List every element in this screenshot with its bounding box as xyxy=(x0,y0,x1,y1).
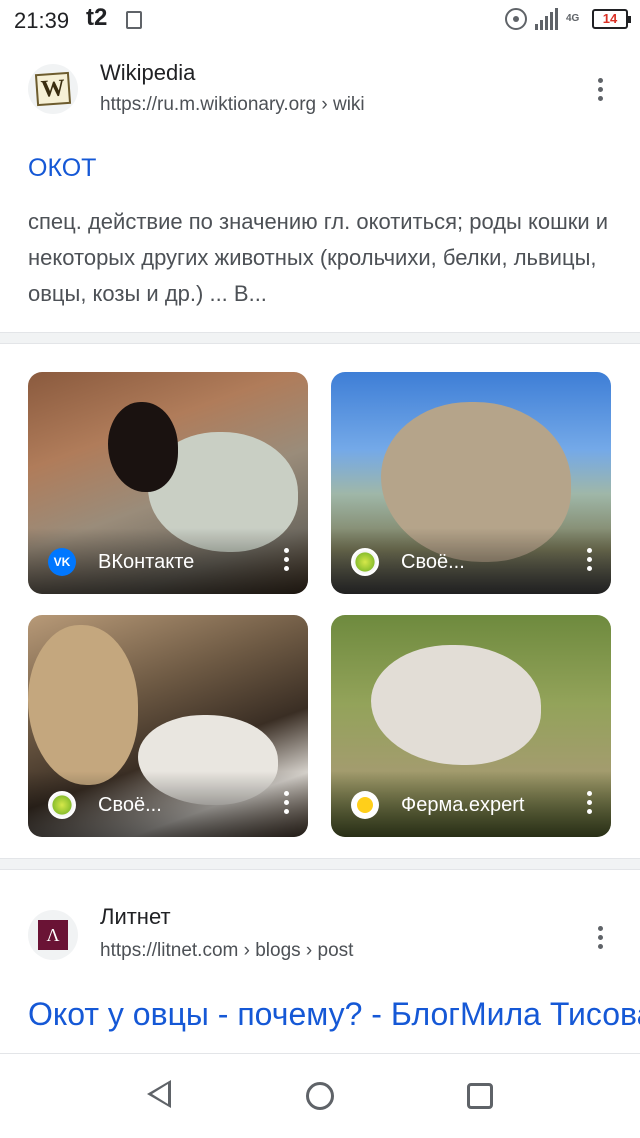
svoe-icon xyxy=(351,548,379,576)
litnet-favicon: Λ xyxy=(28,910,78,960)
signal-icon xyxy=(535,8,558,30)
network-type: 4G xyxy=(566,13,580,24)
result-title-link[interactable]: Окот у овцы - почему? - БлогМила Тисова xyxy=(28,992,640,1036)
section-divider xyxy=(0,858,640,870)
result-site-name: Wikipedia xyxy=(100,60,196,85)
back-icon-inner xyxy=(152,1084,168,1104)
section-divider xyxy=(0,332,640,344)
status-time: 21:39 xyxy=(14,8,70,33)
more-options-icon[interactable] xyxy=(282,791,290,817)
sheep-image xyxy=(28,625,138,785)
wikipedia-favicon: W xyxy=(28,64,78,114)
wikipedia-logo-icon: W xyxy=(34,71,72,107)
litnet-logo-icon: Λ xyxy=(38,920,68,950)
result-url: https://litnet.com › blogs › post xyxy=(100,940,354,961)
result-snippet: спец. действие по значению гл. окотиться… xyxy=(28,209,609,306)
image-source-name: Своё... xyxy=(98,794,162,816)
result-site-name: Литнет xyxy=(100,904,171,929)
more-options-icon[interactable] xyxy=(585,791,593,817)
android-nav-bar xyxy=(0,1053,640,1138)
more-options-icon[interactable] xyxy=(590,76,610,104)
result-url: https://ru.m.wiktionary.org › wiki xyxy=(100,94,365,115)
image-source-name: ВКонтакте xyxy=(98,551,195,573)
search-result-wiktionary[interactable]: W Wikipedia https://ru.m.wiktionary.org … xyxy=(0,44,640,332)
more-options-icon[interactable] xyxy=(585,548,593,574)
image-source-name: Своё... xyxy=(401,551,465,573)
carrier-label: t2 xyxy=(86,4,108,31)
image-source-name: Ферма.expert xyxy=(401,794,525,816)
hotspot-icon xyxy=(505,8,527,30)
status-indicators: 4G 14 xyxy=(505,8,631,30)
result-title-link[interactable]: ОКОТ xyxy=(28,154,96,183)
home-icon[interactable] xyxy=(306,1082,334,1110)
ferma-icon xyxy=(351,791,379,819)
more-options-icon[interactable] xyxy=(282,548,290,574)
vk-icon: VK xyxy=(48,548,76,576)
image-result-4[interactable]: Ферма.expert xyxy=(331,615,611,837)
image-result-3[interactable]: Своё... xyxy=(28,615,308,837)
sim-icon xyxy=(126,11,142,29)
lamb-image xyxy=(108,402,178,492)
image-result-2[interactable]: Своё... xyxy=(331,372,611,594)
image-result-1[interactable]: VK ВКонтакте xyxy=(28,372,308,594)
status-bar: 21:39 t2 4G 14 xyxy=(0,0,640,44)
more-options-icon[interactable] xyxy=(590,924,610,952)
battery-icon: 14 xyxy=(592,9,631,29)
svoe-icon xyxy=(48,791,76,819)
search-result-litnet[interactable]: Λ Литнет https://litnet.com › blogs › po… xyxy=(0,872,640,1052)
recent-apps-icon[interactable] xyxy=(467,1083,493,1109)
sheep-image xyxy=(371,645,541,765)
